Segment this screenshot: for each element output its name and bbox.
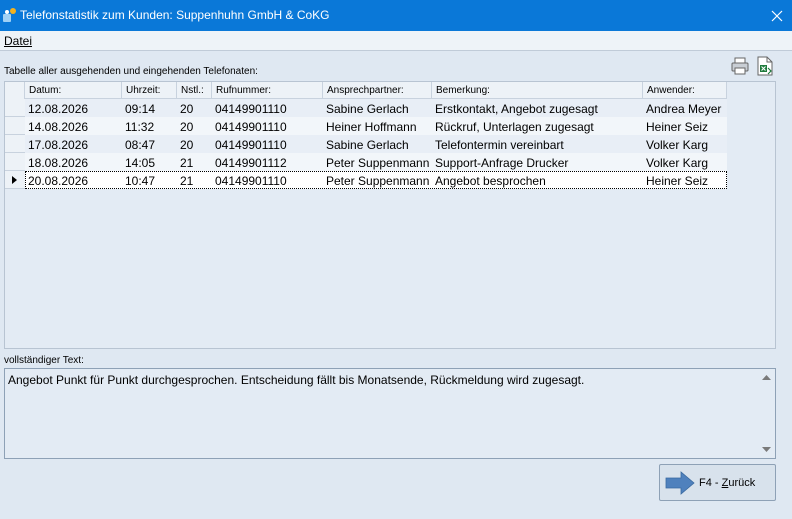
cell-rufnummer: 04149901110	[215, 174, 287, 188]
fulltext-memo[interactable]: Angebot Punkt für Punkt durchgesprochen.…	[4, 368, 776, 459]
cell-ansprechpartner: Heiner Hoffmann	[326, 120, 417, 134]
back-button-label-rest: urück	[728, 477, 756, 489]
table-caption: Tabelle aller ausgehenden und eingehende…	[4, 66, 258, 77]
app-icon	[3, 8, 16, 22]
cell-bemerkung: Telefontermin vereinbart	[435, 138, 564, 152]
phone-call-table: Datum: Uhrzeit: Nstl.: Rufnummer: Anspre…	[4, 81, 776, 349]
arrow-right-icon	[665, 471, 695, 495]
cell-datum: 17.08.2026	[28, 138, 89, 152]
column-header-nstl[interactable]: Nstl.:	[177, 82, 212, 99]
printer-icon	[731, 57, 749, 75]
cell-uhrzeit: 14:05	[125, 156, 156, 170]
cell-rufnummer: 04149901110	[215, 102, 287, 116]
column-header-rufnummer[interactable]: Rufnummer:	[212, 82, 323, 99]
header-indicator	[5, 82, 25, 99]
cell-nstl: 20	[180, 120, 194, 134]
print-button[interactable]	[730, 56, 750, 76]
row-indicator[interactable]	[5, 99, 25, 117]
cell-nstl: 20	[180, 102, 194, 116]
cell-rufnummer: 04149901110	[215, 138, 287, 152]
scroll-up-icon[interactable]	[761, 372, 772, 384]
title-bar: Telefonstatistik zum Kunden: Suppenhuhn …	[0, 0, 792, 31]
column-header-ansprechpartner[interactable]: Ansprechpartner:	[323, 82, 432, 99]
row-indicator[interactable]	[5, 153, 25, 171]
table-row[interactable]: 12.08.2026 09:14 20 04149901110 Sabine G…	[25, 99, 727, 117]
column-header-anwender[interactable]: Anwender:	[643, 82, 727, 99]
back-button-label-prefix: F4 -	[699, 477, 722, 489]
scroll-down-icon[interactable]	[761, 443, 772, 455]
column-header-datum[interactable]: Datum:	[25, 82, 122, 99]
close-icon	[771, 10, 783, 21]
cell-nstl: 21	[180, 156, 194, 170]
export-button[interactable]	[755, 56, 775, 76]
table-row[interactable]: 17.08.2026 08:47 20 04149901110 Sabine G…	[25, 135, 727, 153]
current-row-arrow-icon	[12, 176, 17, 184]
cell-bemerkung: Rückruf, Unterlagen zugesagt	[435, 120, 594, 134]
cell-nstl: 21	[180, 174, 194, 188]
row-indicator-current[interactable]	[5, 171, 25, 189]
column-header-bemerkung[interactable]: Bemerkung:	[432, 82, 643, 99]
cell-uhrzeit: 10:47	[125, 174, 156, 188]
cell-uhrzeit: 09:14	[125, 102, 156, 116]
cell-datum: 12.08.2026	[28, 102, 89, 116]
table-row[interactable]: 14.08.2026 11:32 20 04149901110 Heiner H…	[25, 117, 727, 135]
row-indicator[interactable]	[5, 135, 25, 153]
cell-anwender: Heiner Seiz	[646, 174, 709, 188]
cell-datum: 20.08.2026	[28, 174, 89, 188]
cell-uhrzeit: 11:32	[125, 120, 155, 134]
fulltext-label: vollständiger Text:	[4, 355, 84, 366]
close-button[interactable]	[762, 0, 792, 31]
cell-nstl: 20	[180, 138, 194, 152]
cell-datum: 14.08.2026	[28, 120, 89, 134]
cell-uhrzeit: 08:47	[125, 138, 156, 152]
cell-rufnummer: 04149901110	[215, 120, 287, 134]
menu-datei[interactable]: Datei	[4, 34, 32, 48]
window-title: Telefonstatistik zum Kunden: Suppenhuhn …	[20, 8, 330, 22]
cell-ansprechpartner: Peter Suppenmann	[326, 174, 430, 188]
cell-ansprechpartner: Peter Suppenmann	[326, 156, 430, 170]
export-excel-icon	[757, 56, 773, 76]
column-header-uhrzeit[interactable]: Uhrzeit:	[122, 82, 177, 99]
cell-bemerkung: Angebot besprochen	[435, 174, 546, 188]
cell-ansprechpartner: Sabine Gerlach	[326, 138, 409, 152]
fulltext-scrollbar[interactable]	[758, 369, 775, 458]
cell-anwender: Volker Karg	[646, 138, 709, 152]
cell-anwender: Andrea Meyer	[646, 102, 722, 116]
cell-datum: 18.08.2026	[28, 156, 89, 170]
cell-bemerkung: Erstkontakt, Angebot zugesagt	[435, 102, 598, 116]
cell-anwender: Volker Karg	[646, 156, 709, 170]
row-indicator[interactable]	[5, 117, 25, 135]
cell-ansprechpartner: Sabine Gerlach	[326, 102, 409, 116]
back-button-label: F4 - Zurück	[699, 477, 755, 489]
cell-bemerkung: Support-Anfrage Drucker	[435, 156, 569, 170]
table-row-selected[interactable]: 20.08.2026 10:47 21 04149901110 Peter Su…	[25, 171, 727, 189]
fulltext-value: Angebot Punkt für Punkt durchgesprochen.…	[8, 373, 585, 387]
menu-bar: Datei	[0, 31, 792, 51]
cell-rufnummer: 04149901112	[215, 156, 287, 170]
cell-anwender: Heiner Seiz	[646, 120, 709, 134]
table-row[interactable]: 18.08.2026 14:05 21 04149901112 Peter Su…	[25, 153, 727, 171]
back-button[interactable]: F4 - Zurück	[659, 464, 776, 501]
